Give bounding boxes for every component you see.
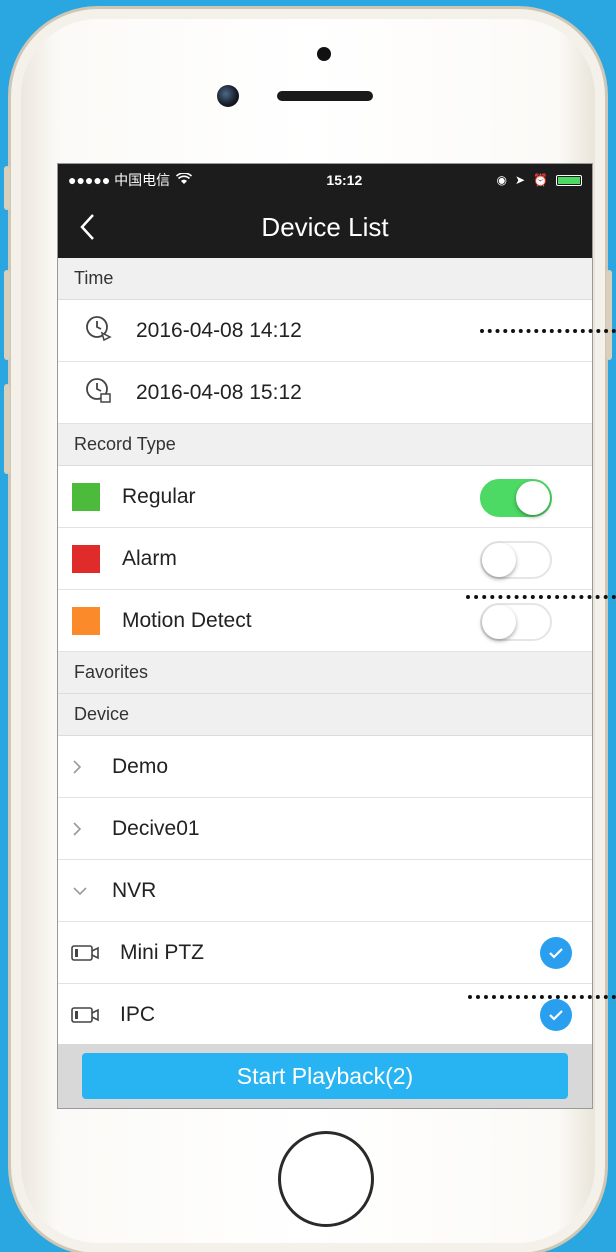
end-time-row[interactable]: 2016-04-08 15:12 bbox=[58, 362, 592, 424]
channel-label: Mini PTZ bbox=[120, 940, 204, 964]
alarm-color-swatch bbox=[72, 544, 100, 573]
clock-end-icon bbox=[84, 375, 114, 411]
end-time-label: 2016-04-08 15:12 bbox=[136, 380, 302, 404]
camera-icon bbox=[71, 1006, 99, 1023]
regular-toggle[interactable] bbox=[480, 479, 552, 517]
record-type-label: Motion Detect bbox=[122, 608, 252, 632]
channel-row-ipc[interactable]: IPC bbox=[58, 984, 592, 1046]
volume-down-button bbox=[4, 384, 10, 474]
navigation-bar: Device List bbox=[58, 196, 592, 258]
volume-up-button bbox=[4, 270, 10, 360]
section-header-time: Time bbox=[58, 258, 592, 300]
earpiece-speaker bbox=[277, 91, 373, 101]
regular-color-swatch bbox=[72, 482, 100, 511]
clock-time: 15:12 bbox=[326, 172, 363, 188]
camera-icon bbox=[71, 944, 99, 961]
footer-bar: Start Playback(2) bbox=[58, 1044, 592, 1108]
record-type-regular: Regular bbox=[58, 466, 592, 528]
record-type-alarm: Alarm bbox=[58, 528, 592, 590]
phone-frame: ●●●●● 中国电信 15:12 ◉ ➤ ⏰ Device List Time bbox=[8, 6, 608, 1252]
section-header-device: Device bbox=[58, 694, 592, 736]
motion-detect-toggle[interactable] bbox=[480, 603, 552, 641]
rotation-lock-icon: ◉ bbox=[496, 173, 507, 187]
callout-line-time bbox=[480, 329, 616, 333]
app-screen: ●●●●● 中国电信 15:12 ◉ ➤ ⏰ Device List Time bbox=[57, 163, 593, 1109]
battery-icon bbox=[555, 174, 582, 186]
wifi-icon bbox=[176, 172, 193, 188]
chevron-left-icon bbox=[80, 214, 94, 240]
location-icon: ➤ bbox=[514, 173, 526, 187]
channel-row-mini-ptz[interactable]: Mini PTZ bbox=[58, 922, 592, 984]
clock-start-icon bbox=[84, 313, 114, 349]
alarm-toggle[interactable] bbox=[480, 541, 552, 579]
checkmark-icon[interactable] bbox=[540, 937, 572, 969]
status-bar: ●●●●● 中国电信 15:12 ◉ ➤ ⏰ bbox=[58, 164, 592, 196]
callout-line-record-type bbox=[466, 595, 616, 599]
chevron-right-icon bbox=[73, 821, 82, 836]
page-title: Device List bbox=[261, 211, 389, 242]
proximity-sensor bbox=[317, 47, 331, 61]
checkmark-icon[interactable] bbox=[540, 999, 572, 1031]
start-playback-button[interactable]: Start Playback(2) bbox=[82, 1053, 568, 1099]
mute-switch bbox=[4, 166, 10, 210]
device-label: Decive01 bbox=[112, 816, 200, 840]
section-header-record-type: Record Type bbox=[58, 424, 592, 466]
callout-line-device bbox=[468, 995, 616, 999]
record-type-label: Regular bbox=[122, 484, 196, 508]
device-row-demo[interactable]: Demo bbox=[58, 736, 592, 798]
device-row-decive01[interactable]: Decive01 bbox=[58, 798, 592, 860]
front-camera bbox=[217, 85, 239, 107]
chevron-right-icon bbox=[73, 759, 82, 774]
section-header-favorites[interactable]: Favorites bbox=[58, 652, 592, 694]
carrier-label: ●●●●● 中国电信 bbox=[68, 172, 171, 188]
device-label: NVR bbox=[112, 878, 157, 902]
record-type-label: Alarm bbox=[122, 546, 177, 570]
alarm-icon: ⏰ bbox=[533, 173, 548, 187]
device-row-nvr[interactable]: NVR bbox=[58, 860, 592, 922]
channel-label: IPC bbox=[120, 1002, 156, 1026]
power-button bbox=[606, 270, 612, 360]
chevron-down-icon bbox=[73, 886, 87, 895]
back-button[interactable] bbox=[70, 210, 104, 244]
record-type-motion-detect: Motion Detect bbox=[58, 590, 592, 652]
start-time-label: 2016-04-08 14:12 bbox=[136, 318, 302, 342]
device-label: Demo bbox=[112, 754, 169, 778]
home-button[interactable] bbox=[278, 1131, 374, 1227]
motion-detect-color-swatch bbox=[72, 606, 100, 635]
